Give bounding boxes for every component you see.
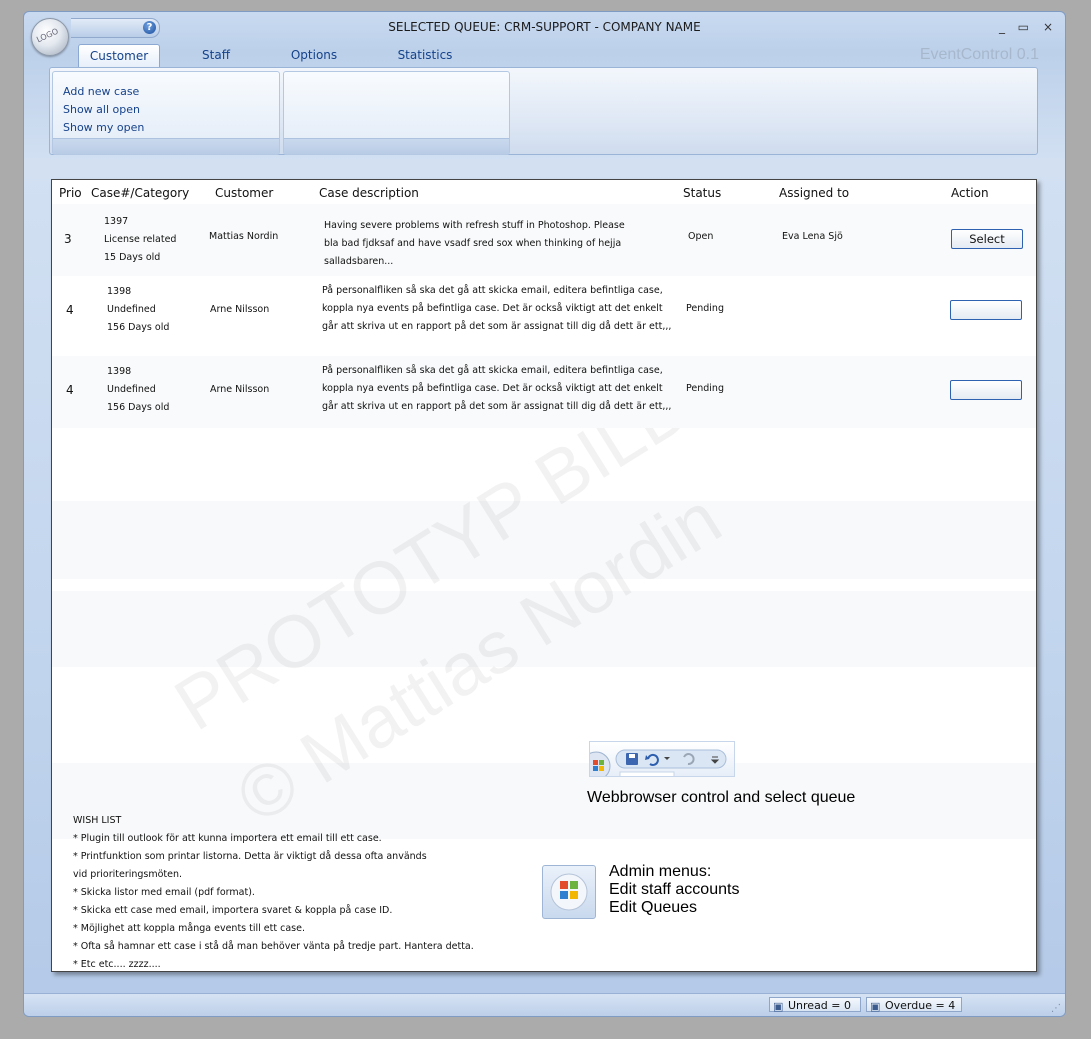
case-number: 1398 bbox=[107, 366, 132, 377]
ribbon-group-caption bbox=[53, 138, 279, 154]
wish-list: WISH LIST * Plugin till outlook för att … bbox=[73, 812, 474, 971]
description-line: På personalfliken så ska det gå att skic… bbox=[322, 285, 663, 296]
customer-cell: Arne Nilsson bbox=[210, 384, 270, 395]
prio-cell: 4 bbox=[66, 303, 74, 317]
wish-list-title: WISH LIST bbox=[73, 815, 122, 826]
overdue-label: Overdue = 4 bbox=[885, 999, 956, 1012]
select-button[interactable]: Select bbox=[951, 229, 1023, 249]
tab-staff[interactable]: Staff bbox=[184, 44, 248, 66]
app-brand: EventControl 0.1 bbox=[919, 46, 1039, 63]
header-prio: Prio bbox=[59, 186, 82, 200]
case-age: 15 Days old bbox=[104, 252, 161, 263]
header-assigned-to: Assigned to bbox=[779, 186, 850, 200]
empty-row-band bbox=[52, 591, 1036, 667]
ribbon-group-cases: Add new case Show all open Show my open bbox=[52, 71, 280, 155]
overdue-indicator[interactable]: ▣ Overdue = 4 bbox=[866, 997, 962, 1013]
tab-customer[interactable]: Customer bbox=[78, 44, 160, 67]
quick-access-toolbar-preview bbox=[589, 741, 735, 777]
wish-list-item: * Ofta så hamnar ett case i stå då man b… bbox=[73, 941, 474, 952]
description-line: Having severe problems with refresh stuf… bbox=[324, 220, 625, 231]
show-all-open-link[interactable]: Show all open bbox=[63, 103, 140, 116]
ribbon-panel: Add new case Show all open Show my open bbox=[49, 67, 1038, 155]
table-row[interactable]: 4 1398 Undefined 156 Days old Arne Nilss… bbox=[52, 276, 1036, 348]
case-category: License related bbox=[104, 234, 177, 245]
action-button[interactable] bbox=[950, 380, 1022, 400]
assigned-cell: Eva Lena Sjö bbox=[782, 231, 843, 242]
wish-list-item: * Etc etc.... zzzz.... bbox=[73, 959, 161, 970]
empty-row-band bbox=[52, 501, 1036, 579]
description-line: salladsbaren... bbox=[324, 256, 394, 267]
close-button[interactable]: × bbox=[1043, 20, 1053, 34]
logo-orb-button[interactable]: LOGO bbox=[31, 18, 69, 56]
admin-note-line: Edit Queues bbox=[609, 899, 698, 916]
header-case-category: Case#/Category bbox=[91, 186, 190, 200]
unread-label: Unread = 0 bbox=[788, 999, 852, 1012]
admin-menu-icon[interactable] bbox=[542, 865, 596, 919]
description-line: bla bad fjdksaf and have vsadf sred sox … bbox=[324, 238, 622, 249]
description-line: koppla nya events på befintliga case. De… bbox=[322, 303, 663, 314]
add-new-case-link[interactable]: Add new case bbox=[63, 85, 139, 98]
ribbon-group-empty bbox=[283, 71, 510, 155]
case-category: Undefined bbox=[107, 384, 156, 395]
ribbon-group-caption bbox=[284, 138, 509, 154]
header-case-description: Case description bbox=[319, 186, 419, 200]
app-window: ? SELECTED QUEUE: CRM-SUPPORT - COMPANY … bbox=[23, 11, 1066, 1017]
prio-cell: 3 bbox=[64, 232, 72, 246]
tab-options[interactable]: Options bbox=[278, 44, 350, 66]
status-cell: Pending bbox=[686, 303, 724, 314]
show-my-open-link[interactable]: Show my open bbox=[63, 121, 144, 134]
status-cell: Open bbox=[688, 231, 714, 242]
case-age: 156 Days old bbox=[107, 322, 170, 333]
action-button[interactable] bbox=[950, 300, 1022, 320]
table-row[interactable]: 3 1397 License related 15 Days old Matti… bbox=[52, 204, 1036, 276]
customer-cell: Arne Nilsson bbox=[210, 304, 270, 315]
case-age: 156 Days old bbox=[107, 402, 170, 413]
admin-note-line: Edit staff accounts bbox=[609, 881, 740, 898]
admin-note-line: Admin menus: bbox=[609, 863, 712, 880]
status-bar: ▣ Unread = 0 ▣ Overdue = 4 ⋰ bbox=[24, 993, 1065, 1016]
tab-statistics[interactable]: Statistics bbox=[386, 44, 464, 66]
description-line: går att skriva ut en rapport på det som … bbox=[322, 321, 672, 332]
wish-list-item: * Skicka listor med email (pdf format). bbox=[73, 887, 255, 898]
prio-cell: 4 bbox=[66, 383, 74, 397]
description-line: På personalfliken så ska det gå att skic… bbox=[322, 365, 663, 376]
book-icon: ▣ bbox=[870, 1000, 881, 1013]
title-bar: ? SELECTED QUEUE: CRM-SUPPORT - COMPANY … bbox=[24, 12, 1065, 42]
customer-cell: Mattias Nordin bbox=[209, 231, 279, 242]
wish-list-item: * Möjlighet att koppla många events till… bbox=[73, 923, 305, 934]
wish-list-item: vid prioriteringsmöten. bbox=[73, 869, 183, 880]
case-number: 1398 bbox=[107, 286, 132, 297]
resize-grip-icon[interactable]: ⋰ bbox=[1051, 1003, 1061, 1014]
header-status: Status bbox=[683, 186, 722, 200]
case-category: Undefined bbox=[107, 304, 156, 315]
minimize-button[interactable]: _ bbox=[999, 20, 1005, 34]
webbrowser-note: Webbrowser control and select queue bbox=[587, 789, 856, 806]
book-icon: ▣ bbox=[773, 1000, 784, 1013]
maximize-button[interactable]: ▭ bbox=[1018, 20, 1029, 34]
window-title: SELECTED QUEUE: CRM-SUPPORT - COMPANY NA… bbox=[388, 20, 701, 34]
case-list-panel: PROTOTYP BILD © Mattias Nordin Prio Case… bbox=[51, 179, 1037, 972]
logo-text: LOGO bbox=[35, 26, 60, 45]
ribbon-tabs: Customer Staff Options Statistics bbox=[24, 44, 1065, 68]
wish-list-item: * Skicka ett case med email, importera s… bbox=[73, 905, 393, 916]
case-number: 1397 bbox=[104, 216, 129, 227]
unread-indicator[interactable]: ▣ Unread = 0 bbox=[769, 997, 861, 1013]
table-row[interactable]: 4 1398 Undefined 156 Days old Arne Nilss… bbox=[52, 356, 1036, 428]
header-action: Action bbox=[951, 186, 989, 200]
description-line: koppla nya events på befintliga case. De… bbox=[322, 383, 663, 394]
header-customer: Customer bbox=[215, 186, 274, 200]
wish-list-item: * Plugin till outlook för att kunna impo… bbox=[73, 833, 382, 844]
description-line: går att skriva ut en rapport på det som … bbox=[322, 401, 672, 412]
status-cell: Pending bbox=[686, 383, 724, 394]
wish-list-item: * Printfunktion som printar listorna. De… bbox=[73, 851, 427, 862]
